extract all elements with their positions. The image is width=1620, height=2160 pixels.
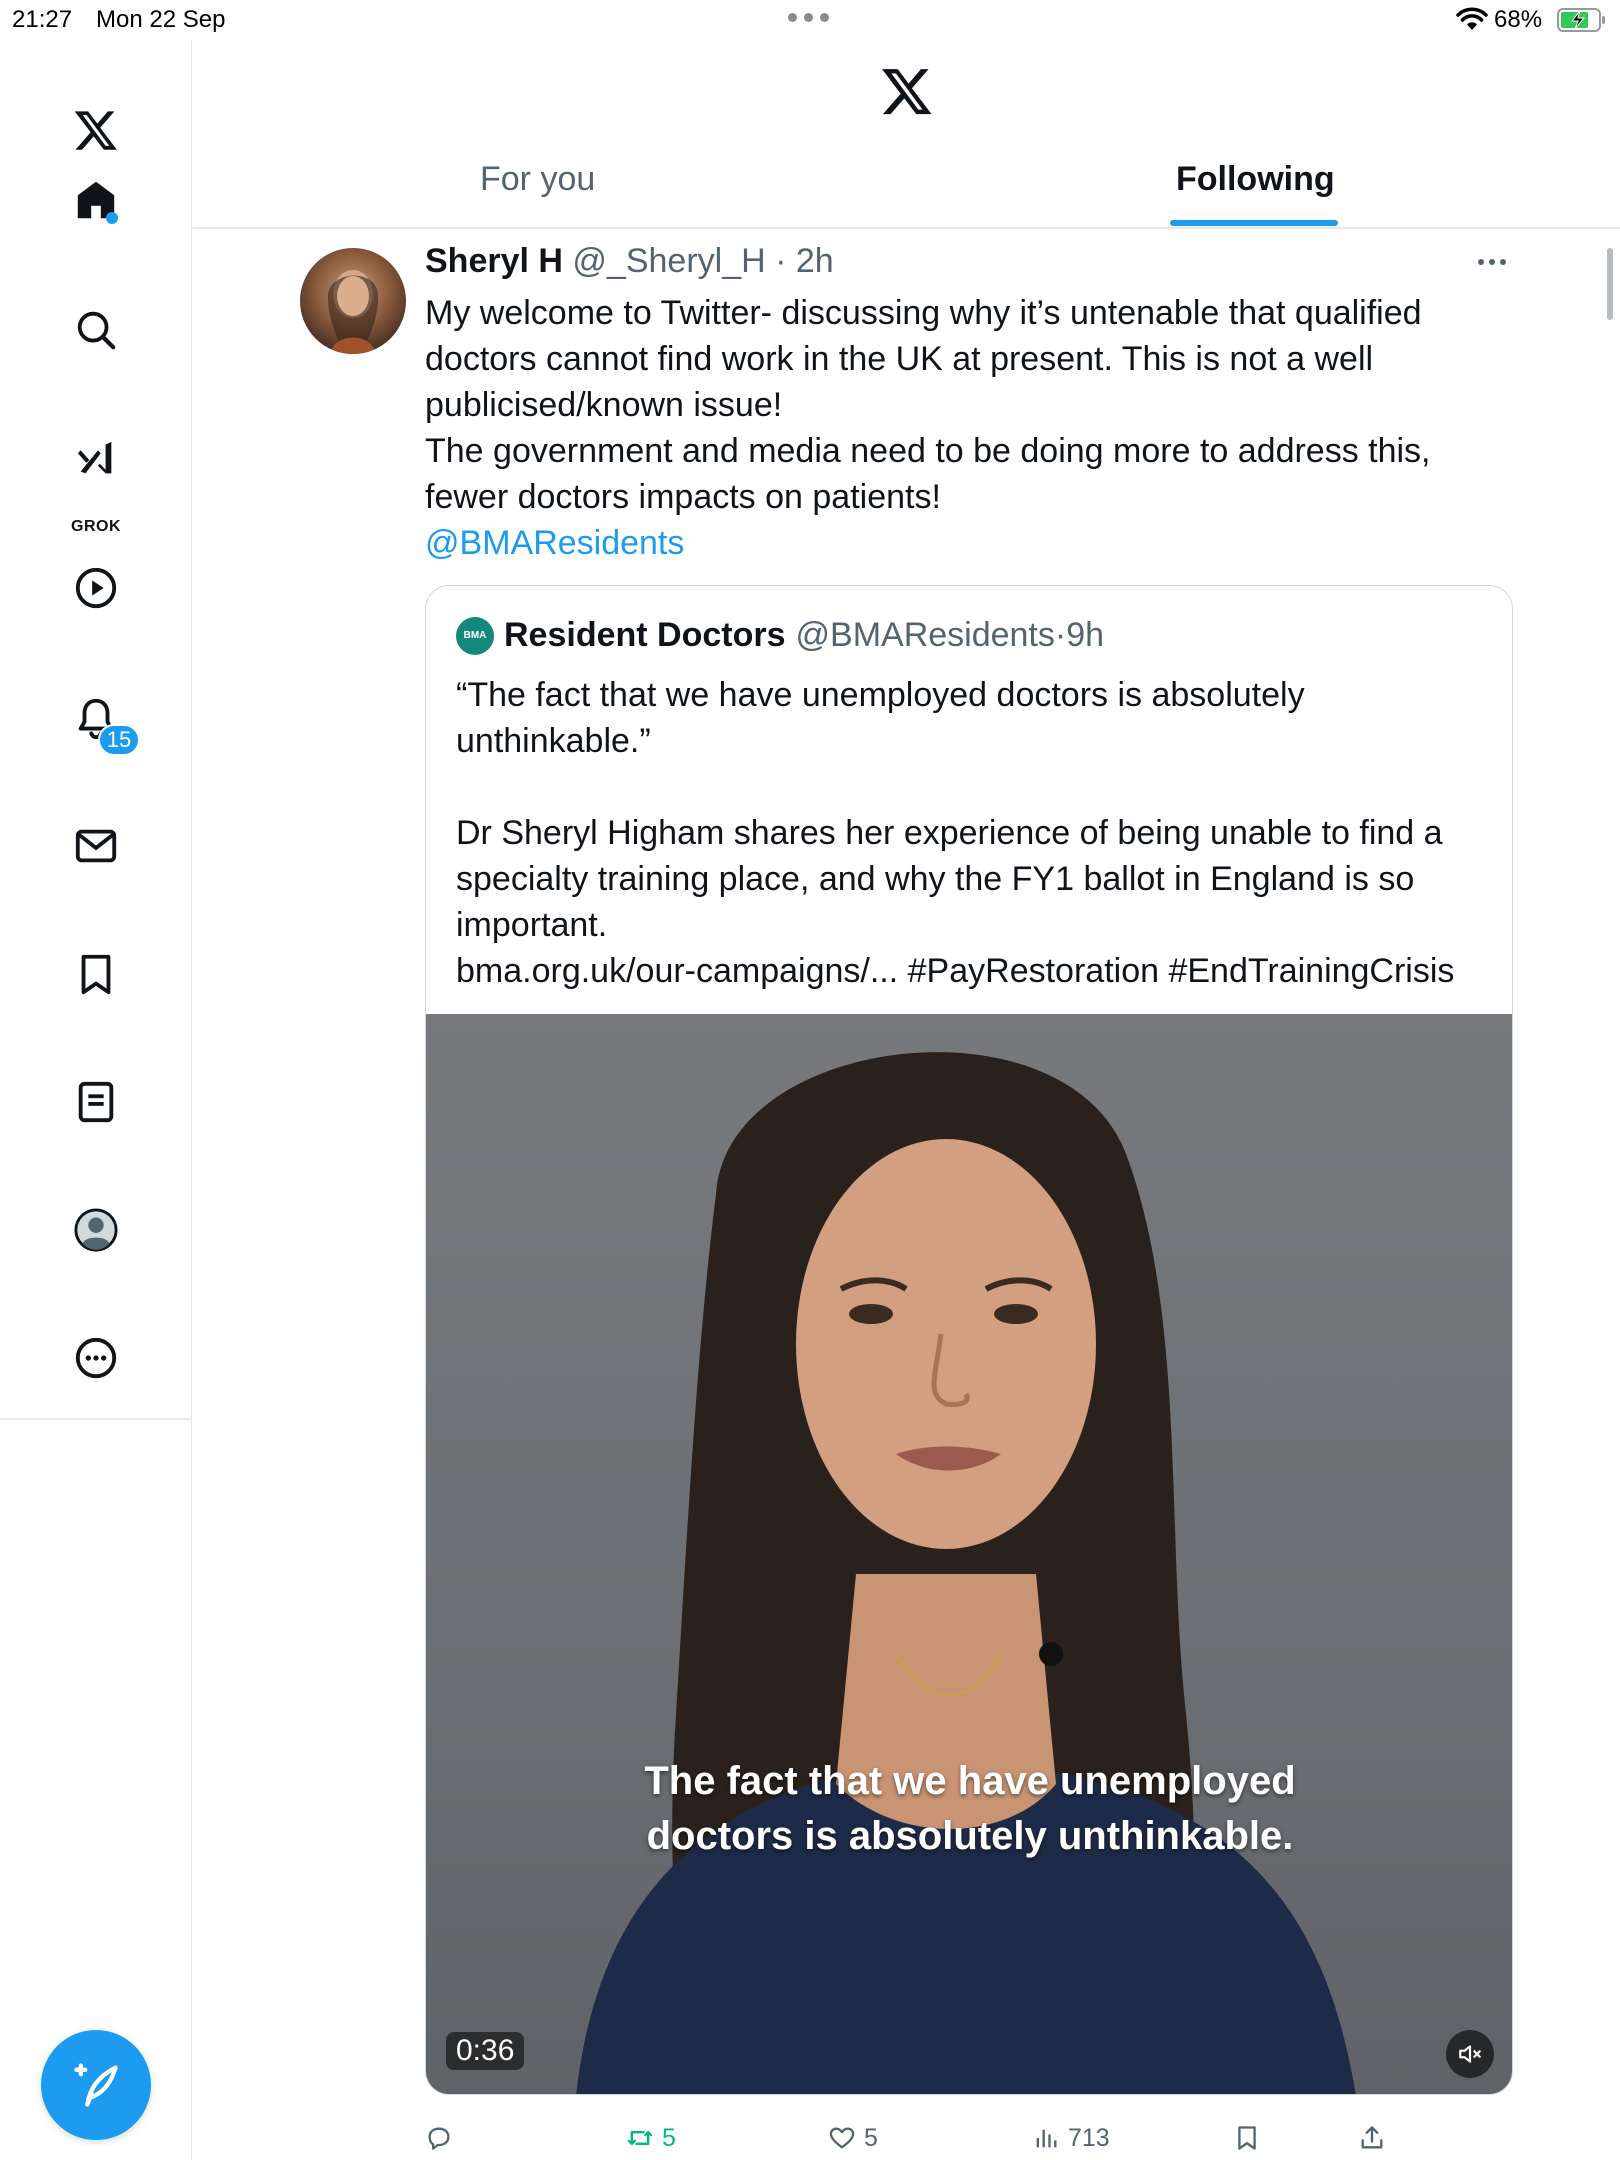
grok-label: GROK <box>71 518 121 535</box>
battery-charging-icon <box>1557 8 1605 32</box>
muted-speaker-icon <box>1459 2045 1481 2063</box>
retweet-button[interactable]: 5 <box>626 2118 676 2158</box>
bookmark-button[interactable] <box>1233 2118 1261 2158</box>
grok-icon[interactable] <box>56 420 136 500</box>
bookmark-icon <box>1238 2126 1256 2150</box>
quoted-text-line[interactable]: bma.org.uk/our-campaigns/... #PayRestora… <box>456 948 1496 994</box>
x-logo-icon[interactable] <box>880 64 934 118</box>
author-name[interactable]: Sheryl H <box>425 242 563 280</box>
tweet-time[interactable]: 2h <box>796 242 834 280</box>
tweet-text-line: fewer doctors impacts on patients! <box>425 478 941 516</box>
quoted-tweet-text: “The fact that we have unemployed doctor… <box>456 672 1496 994</box>
tab-following[interactable]: Following <box>1176 160 1335 210</box>
video-duration: 0:36 <box>446 2032 525 2070</box>
tweet-text-line: The government and media need to be doin… <box>425 432 1431 470</box>
tweet-text-line: My welcome to Twitter- discussing why it… <box>425 294 1422 332</box>
compose-button[interactable] <box>41 2030 151 2140</box>
lists-icon[interactable] <box>56 1062 136 1142</box>
more-icon[interactable] <box>56 1318 136 1398</box>
sidebar-divider <box>0 1418 192 1420</box>
notifications-badge: 15 <box>98 724 140 756</box>
video-player[interactable]: The fact that we have unemployed doctors… <box>426 1014 1512 2094</box>
x-logo-icon[interactable] <box>56 90 136 170</box>
views-count: 713 <box>1068 2123 1110 2152</box>
status-bar: 21:27 Mon 22 Sep 68% <box>0 0 1620 40</box>
home-unread-dot <box>106 212 118 224</box>
heart-icon <box>829 2127 855 2149</box>
home-icon[interactable] <box>56 160 136 240</box>
multitasking-dots-icon[interactable] <box>788 10 832 24</box>
mention-link[interactable]: @BMAResidents <box>425 520 1475 566</box>
quoted-author-handle[interactable]: @BMAResidents <box>796 616 1055 655</box>
quoted-text-line <box>456 764 1496 810</box>
profile-icon[interactable] <box>56 1190 136 1270</box>
quoted-tweet-time[interactable]: 9h <box>1066 616 1104 655</box>
share-icon <box>1361 2126 1383 2149</box>
share-button[interactable] <box>1358 2118 1386 2158</box>
header-divider <box>193 227 1620 229</box>
video-caption: The fact that we have unemployed doctors… <box>426 1754 1512 1864</box>
tweet-text-line: doctors cannot find work in the UK at pr… <box>425 340 1374 378</box>
scrollbar[interactable] <box>1607 248 1613 320</box>
views-button[interactable]: 713 <box>1032 2118 1110 2158</box>
avatar[interactable] <box>300 248 406 354</box>
bma-avatar[interactable]: BMA <box>456 616 494 655</box>
like-count: 5 <box>864 2123 878 2152</box>
wifi-icon <box>1456 7 1488 30</box>
quoted-tweet[interactable]: BMA Resident Doctors @BMAResidents · 9h … <box>425 585 1513 2095</box>
status-time: 21:27 <box>12 6 73 33</box>
quoted-author-name[interactable]: Resident Doctors <box>504 616 786 655</box>
caption-line: doctors is absolutely unthinkable. <box>646 1814 1294 1858</box>
battery-percent: 68% <box>1494 6 1543 33</box>
retweet-icon <box>627 2131 653 2145</box>
bookmarks-icon[interactable] <box>56 934 136 1014</box>
mute-button[interactable] <box>1446 2030 1494 2078</box>
separator: · <box>765 242 796 280</box>
quoted-text-line: unthinkable.” <box>456 722 651 760</box>
quoted-text-line: Dr Sheryl Higham shares her experience o… <box>456 814 1443 852</box>
quoted-text-line: important. <box>456 906 608 944</box>
reply-button[interactable] <box>425 2118 461 2158</box>
active-tab-indicator <box>1170 220 1338 226</box>
views-chart-icon <box>1036 2129 1057 2148</box>
tweet-more-icon[interactable] <box>1478 254 1512 270</box>
video-frame <box>576 1052 1356 2094</box>
caption-line: The fact that we have unemployed <box>644 1759 1296 1803</box>
compose-icon <box>74 2063 118 2107</box>
tab-for-you[interactable]: For you <box>480 160 595 210</box>
reply-icon <box>428 2127 450 2150</box>
retweet-count: 5 <box>662 2123 676 2152</box>
like-button[interactable]: 5 <box>828 2118 878 2158</box>
separator: · <box>1054 616 1067 654</box>
quoted-text-line: specialty training place, and why the FY… <box>456 860 1415 898</box>
status-date: Mon 22 Sep <box>96 6 226 33</box>
quoted-author-line: BMA Resident Doctors @BMAResidents · 9h <box>456 616 1104 655</box>
tweet-text-line: publicised/known issue! <box>425 386 783 424</box>
tweet-author-line: Sheryl H @_Sheryl_H · 2h <box>425 242 834 281</box>
author-handle[interactable]: @_Sheryl_H <box>572 242 765 280</box>
video-icon[interactable] <box>56 548 136 628</box>
tweet-text: My welcome to Twitter- discussing why it… <box>425 290 1475 566</box>
messages-icon[interactable] <box>56 806 136 886</box>
sidebar: GROK 15 <box>0 40 192 2160</box>
quoted-text-line: “The fact that we have unemployed doctor… <box>456 676 1305 714</box>
search-icon[interactable] <box>56 290 136 370</box>
